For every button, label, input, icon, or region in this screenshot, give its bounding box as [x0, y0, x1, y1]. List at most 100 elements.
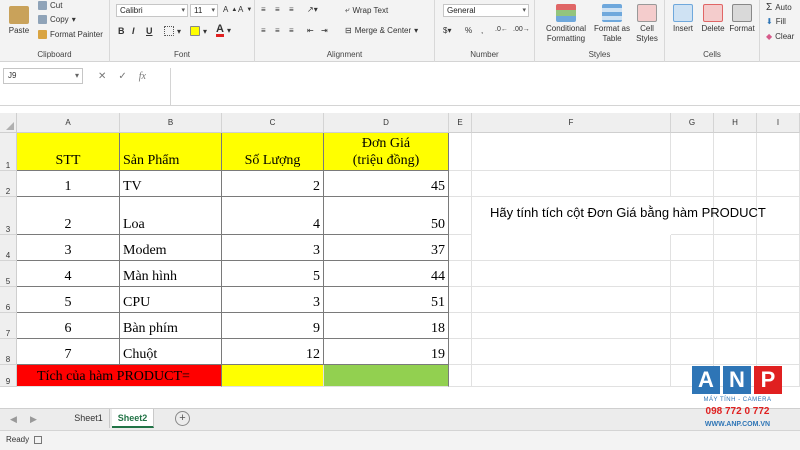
conditional-formatting-button[interactable]: Conditional Formatting — [543, 4, 589, 44]
product-label-cell[interactable]: Tích của hàm PRODUCT= — [17, 365, 222, 387]
align-center-button[interactable]: ≡ — [275, 26, 280, 35]
enter-icon[interactable]: ✓ — [118, 71, 126, 82]
cell-h6[interactable] — [714, 287, 757, 313]
header-quantity[interactable]: Số Lượng — [222, 133, 324, 171]
stt-cell[interactable]: 7 — [17, 339, 120, 365]
stt-cell[interactable]: 3 — [17, 235, 120, 261]
cell-f8[interactable] — [472, 339, 671, 365]
select-all-corner[interactable] — [0, 113, 17, 133]
cell-g5[interactable] — [671, 261, 714, 287]
cell-i2[interactable] — [757, 171, 800, 197]
grow-font-button[interactable]: A ▲ — [223, 5, 237, 14]
delete-button[interactable]: Delete — [699, 4, 727, 34]
font-name-select[interactable]: Calibri ▾ — [116, 4, 188, 17]
column-header-e[interactable]: E — [449, 113, 472, 133]
cancel-icon[interactable]: ✕ — [98, 71, 106, 82]
row-header-2[interactable]: 2 — [0, 171, 17, 197]
quantity-product-result-cell[interactable] — [222, 365, 324, 387]
borders-button[interactable]: ▾ — [164, 26, 181, 36]
quantity-cell[interactable]: 2 — [222, 171, 324, 197]
quantity-cell[interactable]: 5 — [222, 261, 324, 287]
cell-e7[interactable] — [449, 313, 472, 339]
row-header-9[interactable]: 9 — [0, 365, 17, 387]
decrease-decimal-button[interactable]: .00→ — [513, 26, 530, 33]
shrink-font-button[interactable]: A ▼ — [238, 5, 252, 14]
sheet-tab-sheet2[interactable]: Sheet2 — [112, 409, 154, 428]
quantity-cell[interactable]: 3 — [222, 235, 324, 261]
cell-i1[interactable] — [757, 133, 800, 171]
orientation-button[interactable]: ↗▾ — [307, 5, 318, 14]
row-header-1[interactable]: 1 — [0, 133, 17, 171]
cell-e4[interactable] — [449, 235, 472, 261]
font-size-select[interactable]: 11 ▾ — [190, 4, 218, 17]
cell-g1[interactable] — [671, 133, 714, 171]
copy-button[interactable]: Copy ▾ — [38, 15, 76, 24]
cell-i6[interactable] — [757, 287, 800, 313]
product-cell[interactable]: Chuột — [120, 339, 222, 365]
price-cell[interactable]: 51 — [324, 287, 449, 313]
header-stt[interactable]: STT — [17, 133, 120, 171]
name-box[interactable]: J9 ▾ — [3, 68, 83, 84]
paste-button[interactable]: Paste — [6, 6, 32, 36]
row-header-3[interactable]: 3 — [0, 197, 17, 235]
cell-h7[interactable] — [714, 313, 757, 339]
align-bottom-button[interactable]: ≡ — [289, 5, 294, 14]
product-cell[interactable]: Modem — [120, 235, 222, 261]
cell-f1[interactable] — [472, 133, 671, 171]
cell-f2[interactable] — [472, 171, 671, 197]
stt-cell[interactable]: 4 — [17, 261, 120, 287]
column-header-g[interactable]: G — [671, 113, 714, 133]
price-cell[interactable]: 37 — [324, 235, 449, 261]
increase-decimal-button[interactable]: .0← — [495, 26, 508, 33]
price-cell[interactable]: 18 — [324, 313, 449, 339]
cell-e3[interactable] — [449, 197, 472, 235]
number-format-select[interactable]: General ▾ — [443, 4, 529, 17]
quantity-cell[interactable]: 4 — [222, 197, 324, 235]
cell-e5[interactable] — [449, 261, 472, 287]
header-unit-price[interactable]: Đơn Giá (triệu đồng) — [324, 133, 449, 171]
cell-f4[interactable] — [472, 235, 671, 261]
cell-f9[interactable] — [472, 365, 671, 387]
column-header-d[interactable]: D — [324, 113, 449, 133]
cell-h2[interactable] — [714, 171, 757, 197]
price-cell[interactable]: 19 — [324, 339, 449, 365]
price-product-result-cell[interactable] — [324, 365, 449, 387]
price-cell[interactable]: 44 — [324, 261, 449, 287]
column-header-i[interactable]: I — [757, 113, 800, 133]
cell-g7[interactable] — [671, 313, 714, 339]
column-header-f[interactable]: F — [472, 113, 671, 133]
add-sheet-button[interactable]: + — [175, 411, 190, 426]
align-top-button[interactable]: ≡ — [261, 5, 266, 14]
column-header-h[interactable]: H — [714, 113, 757, 133]
stt-cell[interactable]: 6 — [17, 313, 120, 339]
quantity-cell[interactable]: 3 — [222, 287, 324, 313]
cell-h1[interactable] — [714, 133, 757, 171]
fill-button[interactable]: ⬇ Fill — [766, 17, 786, 26]
product-cell[interactable]: CPU — [120, 287, 222, 313]
underline-button[interactable]: U — [146, 26, 153, 36]
cell-e1[interactable] — [449, 133, 472, 171]
row-header-4[interactable]: 4 — [0, 235, 17, 261]
cell-i8[interactable] — [757, 339, 800, 365]
decrease-indent-button[interactable]: ⇤ — [307, 26, 314, 35]
cell-e6[interactable] — [449, 287, 472, 313]
cell-i4[interactable] — [757, 235, 800, 261]
align-right-button[interactable]: ≡ — [289, 26, 294, 35]
row-header-6[interactable]: 6 — [0, 287, 17, 313]
cell-e2[interactable] — [449, 171, 472, 197]
align-left-button[interactable]: ≡ — [261, 26, 266, 35]
price-cell[interactable]: 50 — [324, 197, 449, 235]
autosum-button[interactable]: Σ Auto — [766, 2, 792, 13]
font-color-button[interactable]: A ▾ — [216, 24, 231, 37]
stt-cell[interactable]: 2 — [17, 197, 120, 235]
cell-h5[interactable] — [714, 261, 757, 287]
italic-button[interactable]: I — [132, 26, 135, 36]
scroll-left-icon[interactable]: ◀ — [10, 414, 17, 425]
column-header-c[interactable]: C — [222, 113, 324, 133]
cell-g6[interactable] — [671, 287, 714, 313]
product-cell[interactable]: Màn hình — [120, 261, 222, 287]
increase-indent-button[interactable]: ⇥ — [321, 26, 328, 35]
percent-button[interactable]: % — [465, 26, 472, 35]
insert-button[interactable]: Insert — [669, 4, 697, 34]
stt-cell[interactable]: 1 — [17, 171, 120, 197]
